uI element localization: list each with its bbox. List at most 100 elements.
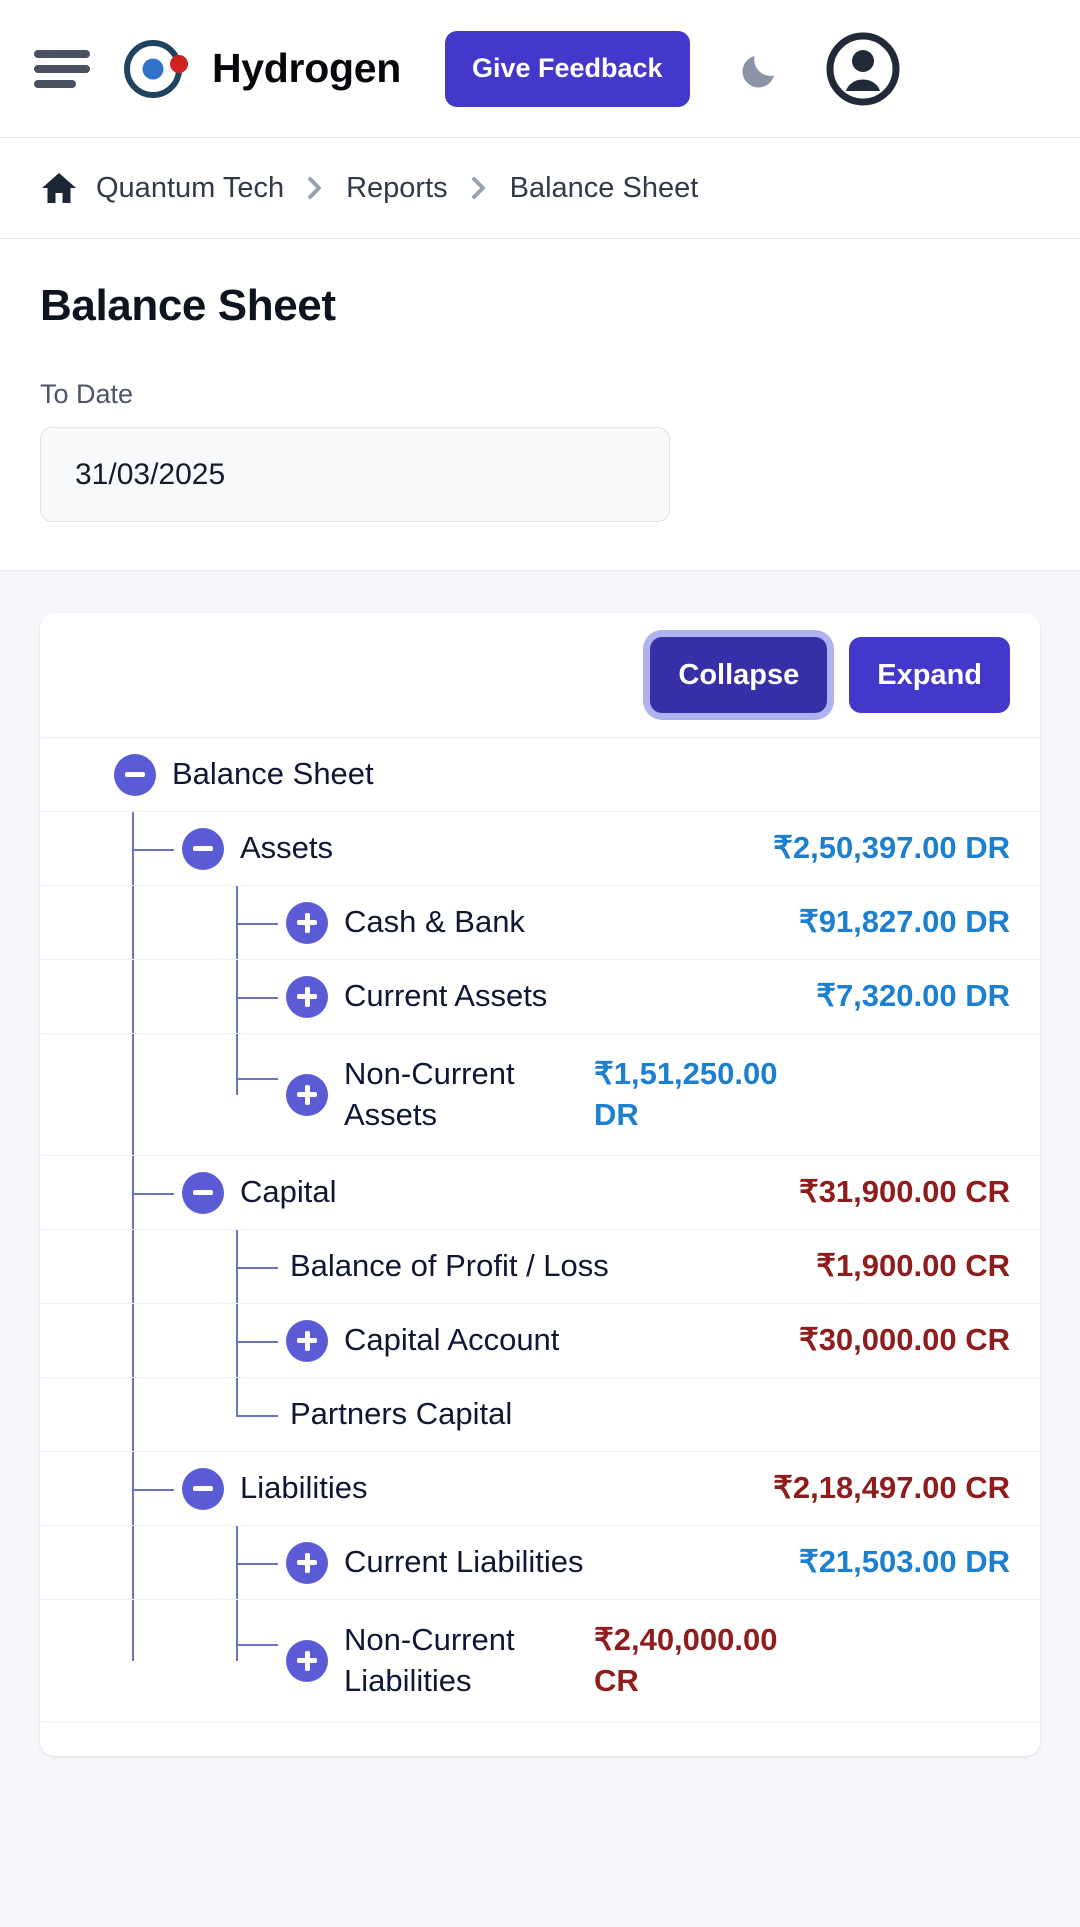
to-date-input[interactable] — [40, 427, 670, 522]
breadcrumb-item-current: Balance Sheet — [509, 171, 699, 204]
tree-guide-v — [132, 1378, 134, 1451]
tree-row-label: Non-Current Assets — [344, 1055, 515, 1132]
tree-row-label: Current Liabilities — [344, 1544, 584, 1580]
give-feedback-button[interactable]: Give Feedback — [444, 30, 690, 107]
tree-guide-h — [236, 1266, 278, 1269]
tree-row-value: ₹2,18,497.00 CR — [773, 1470, 1010, 1506]
tree-row-label: Non-Current Liabilities — [344, 1621, 515, 1698]
tree-guide-v — [132, 1526, 134, 1599]
minus-bar — [125, 772, 145, 777]
hamburger-bar-1 — [34, 49, 90, 58]
tree-guide-v — [132, 960, 134, 1033]
tree-guide-v2 — [236, 1378, 238, 1415]
tree-guide-h — [236, 996, 278, 999]
tree-row-value: ₹7,320.00 DR — [816, 978, 1010, 1014]
tree-row-balance-of-profit-loss[interactable]: Balance of Profit / Loss ₹1,900.00 CR — [40, 1230, 1040, 1304]
tree-row-value: ₹1,900.00 CR — [816, 1248, 1010, 1284]
tree-guide-v — [132, 1034, 134, 1155]
toggle-plus-icon-capital-account[interactable] — [286, 1319, 328, 1362]
tree-row-label: Balance Sheet — [172, 756, 374, 792]
tree-guide-v2 — [236, 1600, 238, 1661]
tree-row-label: Capital — [240, 1174, 337, 1210]
minus-bar — [193, 1190, 213, 1195]
tree-row-label: Liabilities — [240, 1470, 368, 1506]
tree-row-capital[interactable]: Capital ₹31,900.00 CR — [40, 1156, 1040, 1230]
plus-bar-v — [304, 1084, 310, 1105]
toggle-plus-icon-current-assets[interactable] — [286, 975, 328, 1018]
plus-bar-v — [304, 1552, 310, 1573]
tree-row-label: Partners Capital — [290, 1396, 513, 1432]
hamburger-bar-2 — [34, 64, 90, 73]
hamburger-bar-3 — [34, 79, 76, 88]
breadcrumb-item-company[interactable]: Quantum Tech — [96, 172, 284, 205]
tree-row-partners-capital[interactable]: Partners Capital — [40, 1378, 1040, 1452]
plus-bar-v — [304, 1330, 310, 1351]
tree-guide-v — [132, 1230, 134, 1303]
tree-row-non-current-assets[interactable]: Non-Current Assets ₹1,51,250.00 DR — [40, 1034, 1040, 1156]
tree-guide-v — [132, 886, 134, 959]
page-title: Balance Sheet — [40, 281, 336, 330]
tree-guide-h — [236, 1643, 278, 1646]
tree-row-value: ₹30,000.00 CR — [798, 1322, 1010, 1358]
tree-row-capital-account[interactable]: Capital Account ₹30,000.00 CR — [40, 1304, 1040, 1378]
tree-guide-h — [236, 1414, 278, 1417]
breadcrumb: Quantum Tech Reports Balance Sheet — [0, 138, 1080, 239]
tree-toolbar: Collapse Expand — [40, 613, 1040, 738]
tree-row-current-assets[interactable]: Current Assets ₹7,320.00 DR — [40, 960, 1040, 1034]
toggle-minus-icon-assets[interactable] — [182, 827, 224, 870]
toggle-minus-icon-capital[interactable] — [182, 1171, 224, 1214]
tree-guide-h — [236, 922, 278, 925]
hamburger-menu-icon[interactable] — [34, 46, 90, 92]
brand-title: Hydrogen — [212, 45, 401, 91]
tree-row-label: Cash & Bank — [344, 904, 525, 940]
dark-mode-moon-icon[interactable] — [732, 41, 788, 97]
tree-row-label: Capital Account — [344, 1322, 560, 1358]
hydrogen-logo-icon — [120, 33, 192, 105]
expand-button[interactable]: Expand — [849, 637, 1010, 713]
app-header: Hydrogen Give Feedback — [0, 0, 1080, 138]
chevron-right-icon — [302, 173, 328, 203]
breadcrumb-item-reports[interactable]: Reports — [346, 172, 448, 205]
home-icon[interactable] — [40, 169, 78, 207]
toggle-minus-icon-root[interactable] — [114, 753, 156, 796]
tree-row-value: ₹31,900.00 CR — [798, 1174, 1010, 1210]
minus-bar — [193, 1486, 213, 1491]
tree-row-liabilities[interactable]: Liabilities ₹2,18,497.00 CR — [40, 1452, 1040, 1526]
tree-guide-h — [132, 848, 174, 851]
collapse-button[interactable]: Collapse — [650, 637, 828, 713]
tree-guide-v — [132, 1600, 134, 1661]
tree-row-label: Balance of Profit / Loss — [290, 1248, 609, 1284]
tree-guide-v — [132, 1304, 134, 1377]
tree-row-value: ₹91,827.00 DR — [798, 904, 1010, 940]
tree-guide-h — [236, 1340, 278, 1343]
report-filter-area: Balance Sheet To Date — [0, 239, 1080, 571]
tree-row-label: Assets — [240, 830, 334, 866]
tree-guide-h — [132, 1488, 174, 1491]
to-date-label: To Date — [40, 379, 134, 409]
tree-row-value: ₹2,40,000.00 CR — [594, 1621, 778, 1698]
tree-guide-h — [236, 1077, 278, 1080]
tree-row-cash-and-bank[interactable]: Cash & Bank ₹91,827.00 DR — [40, 886, 1040, 960]
toggle-minus-icon-liabilities[interactable] — [182, 1467, 224, 1510]
plus-bar-v — [304, 1650, 310, 1671]
balance-sheet-card: Collapse Expand Balance Sheet Assets ₹2,… — [40, 613, 1040, 1756]
tree-row-label: Current Assets — [344, 978, 548, 1014]
report-body: Collapse Expand Balance Sheet Assets ₹2,… — [0, 571, 1080, 1756]
tree-guide-v2 — [236, 1034, 238, 1095]
tree-row-non-current-liabilities[interactable]: Non-Current Liabilities ₹2,40,000.00 CR — [40, 1600, 1040, 1722]
tree-row-current-liabilities[interactable]: Current Liabilities ₹21,503.00 DR — [40, 1526, 1040, 1600]
tree-row-root[interactable]: Balance Sheet — [40, 738, 1040, 812]
toggle-plus-icon-non-current-liabilities[interactable] — [286, 1639, 328, 1682]
tree-row-value: ₹1,51,250.00 DR — [594, 1055, 778, 1132]
toggle-plus-icon-non-current-assets[interactable] — [286, 1073, 328, 1116]
minus-bar — [193, 846, 213, 851]
toggle-plus-icon-current-liabilities[interactable] — [286, 1541, 328, 1584]
tree-row-value: ₹21,503.00 DR — [798, 1544, 1010, 1580]
chevron-right-icon-2 — [466, 173, 492, 203]
tree-guide-h — [132, 1192, 174, 1195]
account-avatar-icon[interactable] — [824, 30, 902, 108]
plus-bar-v — [304, 986, 310, 1007]
toggle-plus-icon-cash-and-bank[interactable] — [286, 901, 328, 944]
tree-row-assets[interactable]: Assets ₹2,50,397.00 DR — [40, 812, 1040, 886]
tree-row-value: ₹2,50,397.00 DR — [773, 830, 1010, 866]
